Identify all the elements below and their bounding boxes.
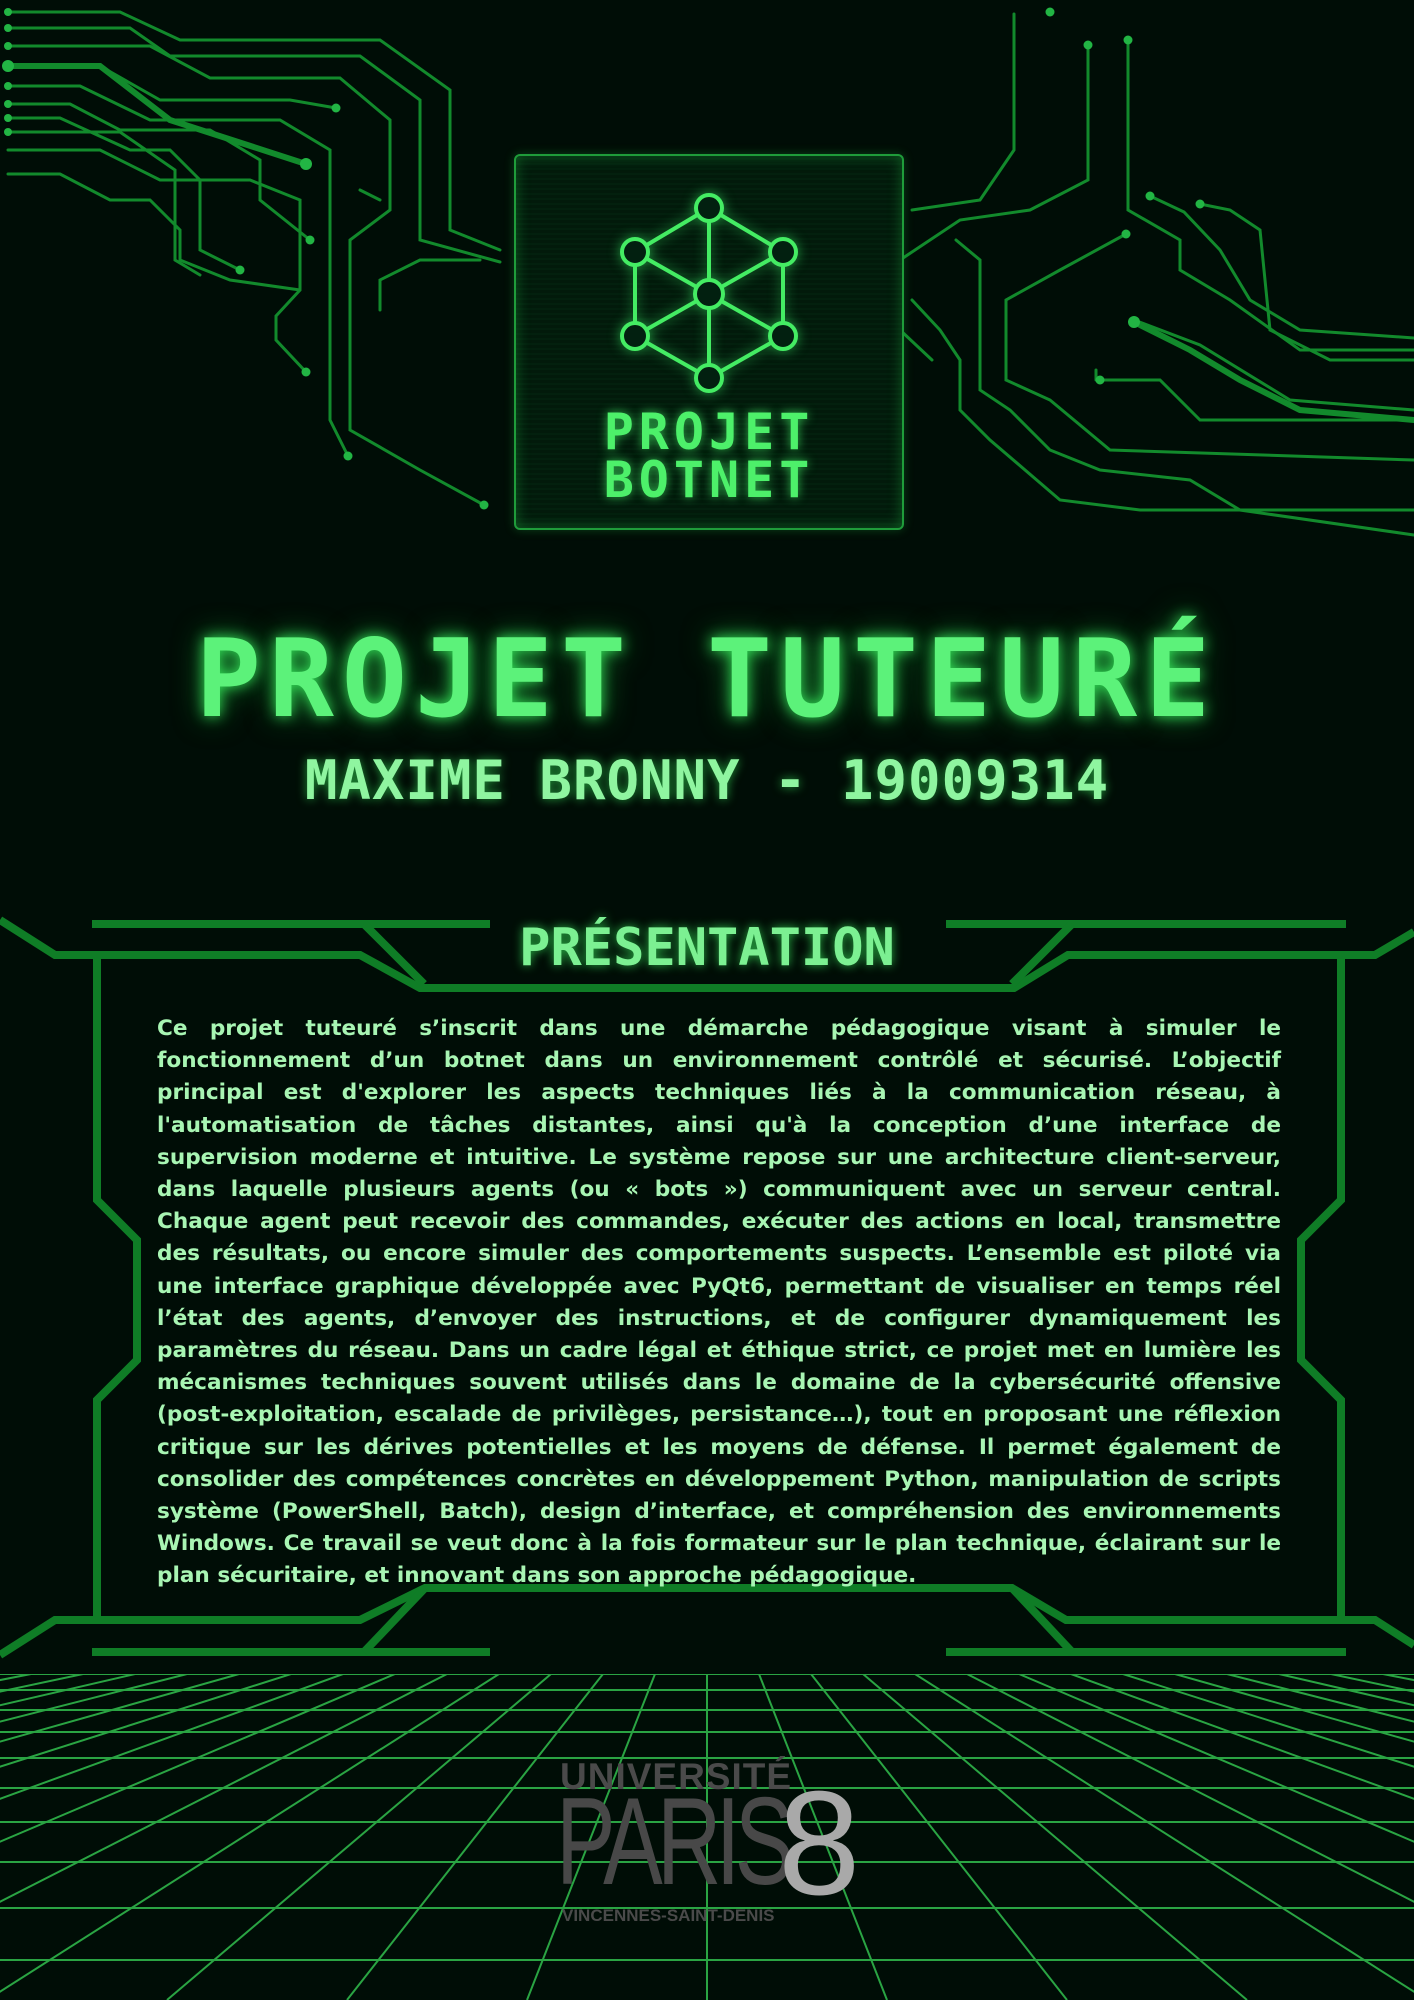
poster: PROJET BOTNET PROJET TUTEURÉ MAXIME BRON… <box>0 0 1414 2000</box>
logo-line-2: BOTNET <box>603 451 815 509</box>
section-heading: PRÉSENTATION <box>519 918 895 978</box>
university-name: PARIS <box>556 1773 794 1911</box>
university-location: VINCENNES-SAINT-DENIS <box>562 1906 775 1925</box>
network-hexagon-icon <box>620 193 798 393</box>
author-subtitle: MAXIME BRONNY - 19009314 <box>304 749 1110 812</box>
presentation-text: Ce projet tuteuré s’inscrit dans une dém… <box>157 1016 1281 1589</box>
project-logo: PROJET BOTNET <box>514 154 904 530</box>
page-title: PROJET TUTEURÉ <box>195 617 1219 742</box>
logo-text: PROJET BOTNET <box>516 403 902 509</box>
university-number: 8 <box>778 1761 861 1926</box>
logo-line-1: PROJET <box>603 403 815 461</box>
